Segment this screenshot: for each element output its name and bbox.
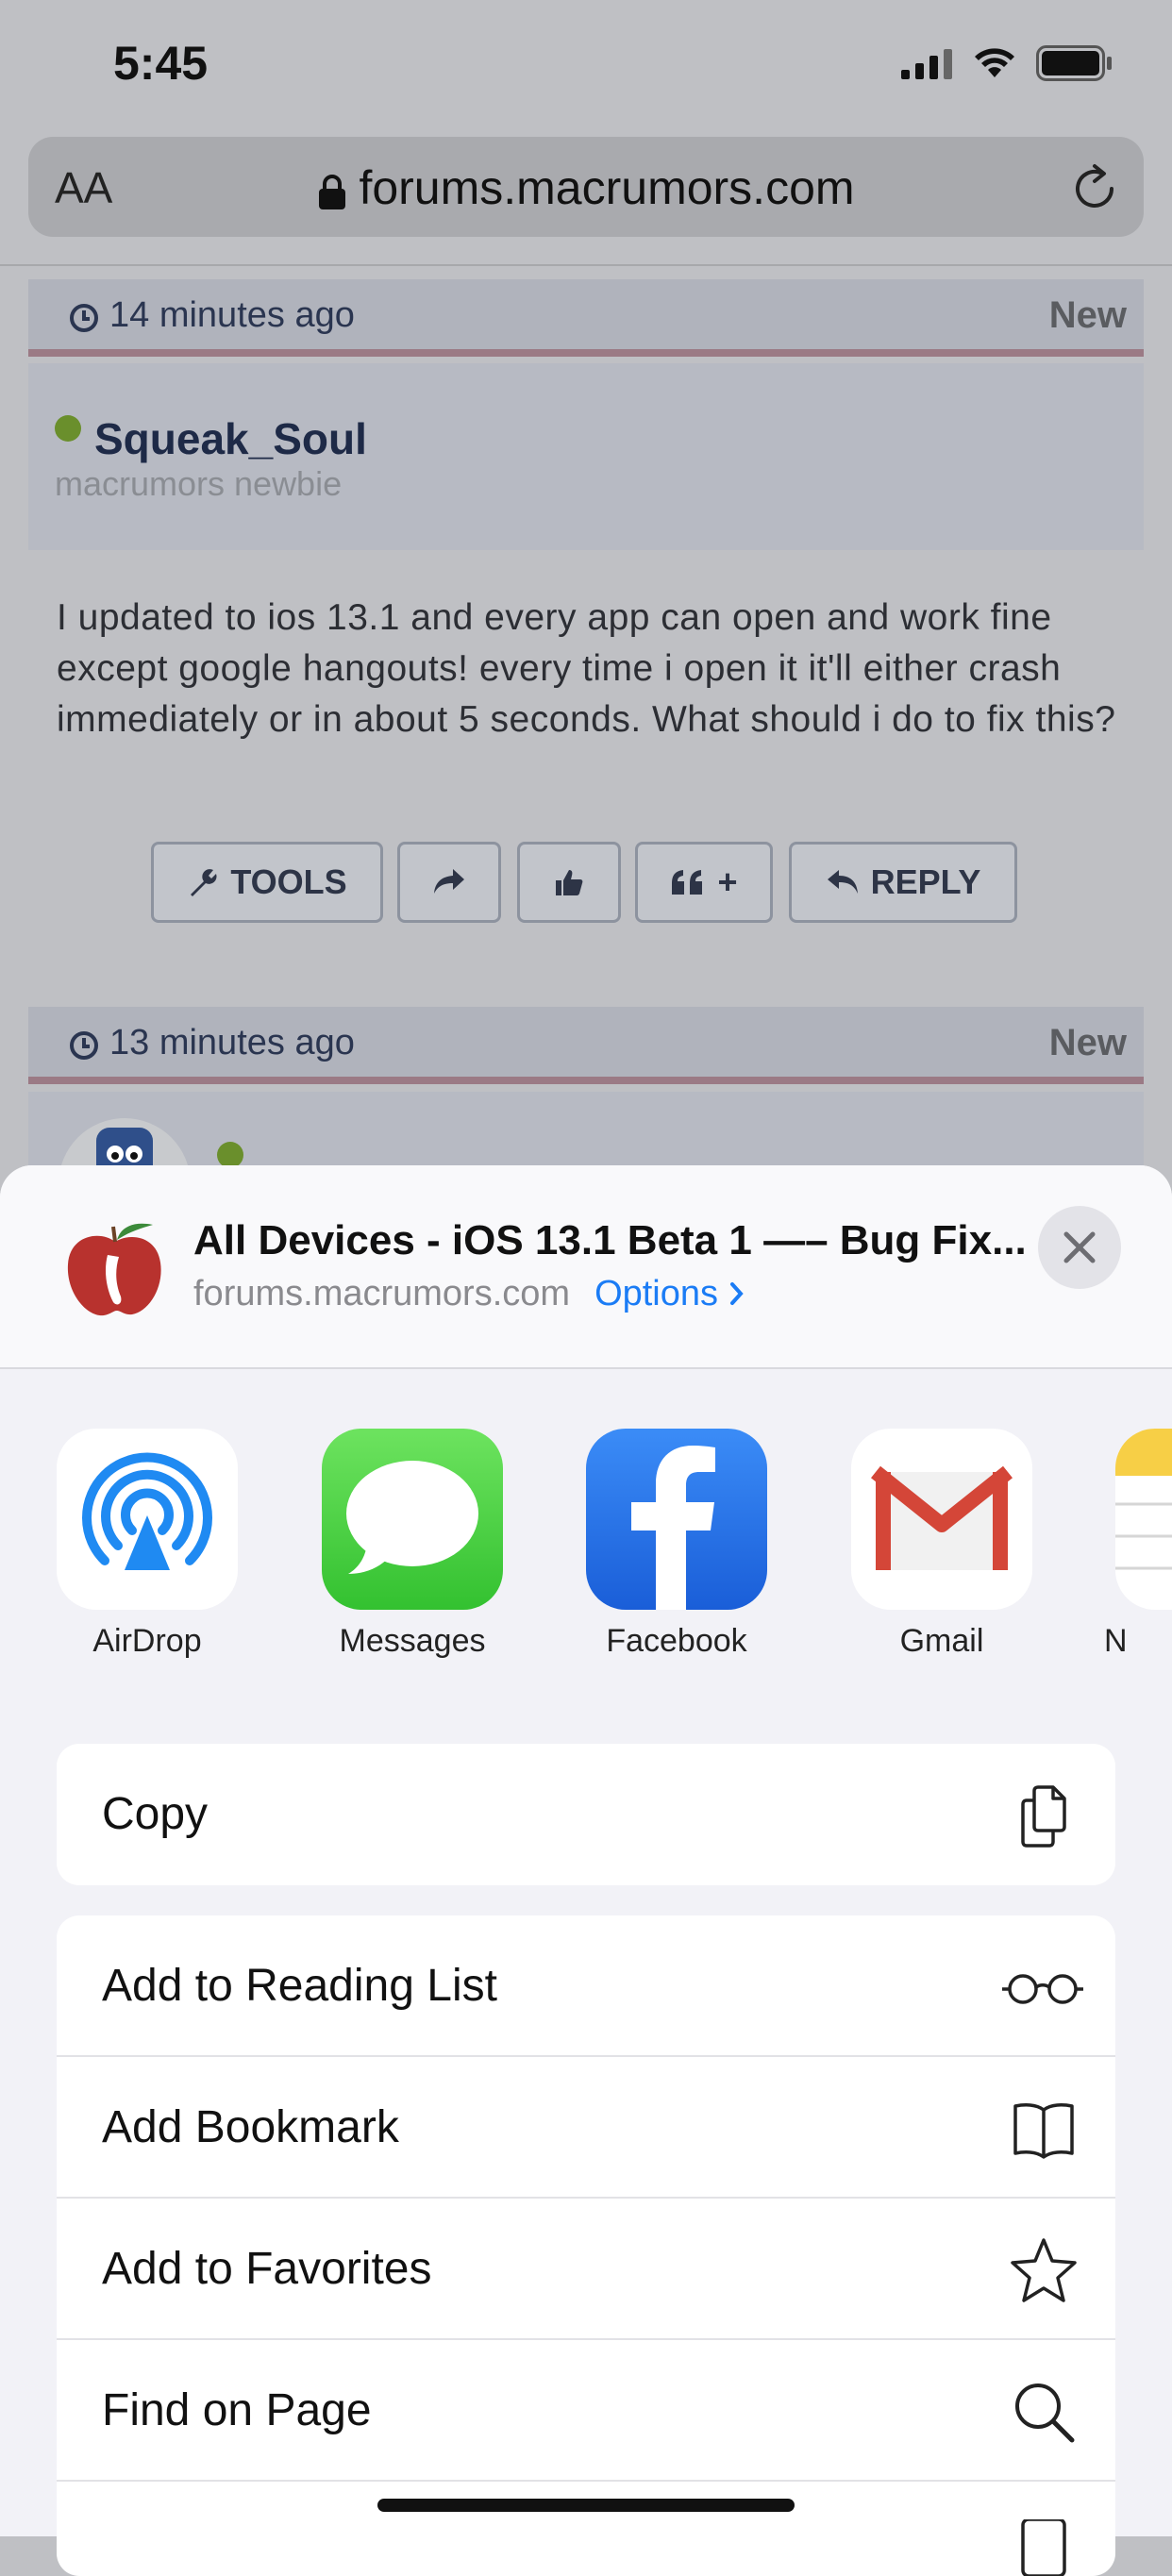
gmail-icon [871,1465,1013,1570]
messages-label: Messages [339,1623,486,1659]
online-indicator [217,1142,243,1168]
airdrop-app-button[interactable] [57,1429,238,1610]
reply-label: REPLY [870,862,981,901]
close-button[interactable] [1038,1206,1121,1289]
copy-group: Copy [57,1744,1115,1885]
copy-label: Copy [102,1789,209,1839]
signal-icon [901,49,952,79]
battery-icon [1036,45,1112,81]
user-info-box [28,1092,1144,1177]
online-indicator [55,415,81,442]
book-icon [1013,2103,1074,2159]
find-on-page-label: Find on Page [102,2385,372,2435]
close-icon [1063,1231,1096,1263]
star-icon [1011,2238,1077,2302]
add-favorites-row[interactable]: Add to Favorites [57,2199,1115,2340]
copy-row[interactable]: Copy [57,1744,1115,1885]
post-time[interactable]: 14 minutes ago [109,295,355,336]
like-button[interactable] [517,842,621,923]
copy-icon [1021,1785,1066,1848]
find-on-page-row[interactable]: Find on Page [57,2340,1115,2482]
clock-icon [70,1031,98,1060]
glasses-icon [1002,1974,1083,2004]
airdrop-label: AirDrop [92,1623,202,1659]
wrench-icon [191,869,217,896]
options-label: Options [594,1274,719,1313]
share-post-button[interactable] [397,842,501,923]
status-time: 5:45 [113,37,209,90]
post-header: 13 minutes ago New [28,1007,1144,1084]
share-page-title: All Devices - iOS 13.1 Beta 1 —– Bug Fix… [193,1217,1027,1263]
post-time[interactable]: 13 minutes ago [109,1023,355,1063]
post-header: 14 minutes ago New [28,279,1144,357]
header-accent-line [28,1077,1144,1084]
notes-label: N [1104,1623,1128,1659]
thumbs-up-icon [556,870,583,895]
options-button[interactable]: Options [594,1274,745,1313]
airdrop-icon [82,1452,212,1570]
reload-icon[interactable] [1066,160,1123,217]
multi-quote-button[interactable]: + [635,842,773,923]
new-badge: New [1048,1022,1127,1063]
messages-icon [346,1461,478,1574]
clock-icon [70,304,98,332]
reply-button[interactable]: REPLY [789,842,1017,923]
lock-icon [319,174,346,209]
url-text: forums.macrumors.com [359,161,855,214]
tools-button[interactable]: TOOLS [151,842,383,923]
quote-icon [672,870,703,895]
new-badge: New [1048,294,1127,336]
search-icon [1015,2384,1075,2443]
add-bookmark-label: Add Bookmark [102,2102,399,2152]
share-arrow-icon [434,869,464,894]
next-action-row[interactable] [57,2482,1115,2576]
reply-icon [827,870,858,894]
macrumors-logo-icon [67,1223,161,1316]
markup-icon [1021,2519,1066,2576]
user-role: macrumors newbie [55,464,343,503]
toolbar-divider [0,264,1172,266]
facebook-app-button[interactable] [586,1429,767,1610]
add-reading-list-row[interactable]: Add to Reading List [57,1915,1115,2057]
quote-plus-label: + [717,862,738,901]
notes-icon [1115,1429,1172,1570]
share-sheet-header [0,1165,1172,1369]
home-indicator[interactable] [377,2499,795,2512]
url-display[interactable]: forums.macrumors.com [0,160,1172,215]
gmail-label: Gmail [899,1623,984,1659]
wifi-icon [975,48,1014,77]
facebook-icon [631,1446,715,1610]
add-bookmark-row[interactable]: Add Bookmark [57,2057,1115,2199]
chevron-right-icon [729,1282,744,1305]
add-reading-list-label: Add to Reading List [102,1961,497,2011]
username[interactable]: Squeak_Soul [94,413,367,464]
facebook-label: Facebook [606,1623,747,1659]
messages-app-button[interactable] [322,1429,503,1610]
post-body: I updated to ios 13.1 and every app can … [57,597,1116,740]
share-domain: forums.macrumors.com [193,1274,571,1313]
actions-group: Add to Reading List Add Bookmark Add to … [57,1915,1115,2576]
gmail-app-button[interactable] [851,1429,1032,1610]
tools-label: TOOLS [230,862,347,901]
share-subtitle: forums.macrumors.com Options [193,1274,745,1314]
add-favorites-label: Add to Favorites [102,2244,432,2294]
header-accent-line [28,349,1144,357]
notes-app-button[interactable] [1115,1429,1172,1610]
